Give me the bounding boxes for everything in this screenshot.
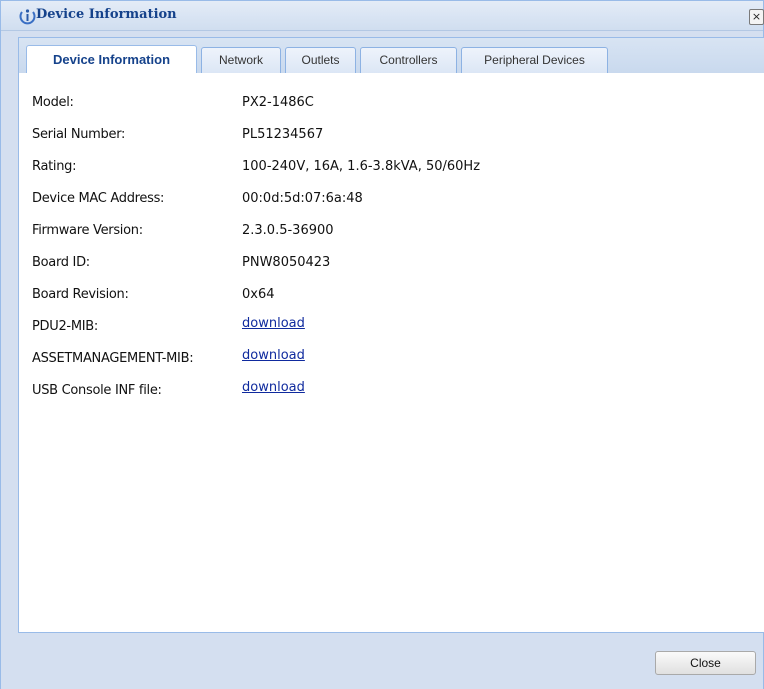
dialog-titlebar[interactable]: Device Information × — [1, 1, 764, 31]
info-value: PL51234567 — [242, 127, 324, 142]
tab-controllers[interactable]: Controllers — [360, 47, 457, 74]
info-label: Firmware Version: — [32, 223, 143, 238]
tab-bar: Device Information Network Outlets Contr… — [18, 37, 764, 75]
info-value: 2.3.0.5-36900 — [242, 223, 334, 238]
device-information-panel: Model: PX2-1486C Serial Number: PL512345… — [18, 77, 764, 633]
info-value: PX2-1486C — [242, 95, 314, 110]
info-label: USB Console INF file: — [32, 383, 162, 398]
info-label: Board ID: — [32, 255, 90, 270]
info-value: 100-240V, 16A, 1.6-3.8kVA, 50/60Hz — [242, 159, 481, 174]
tab-outlets[interactable]: Outlets — [285, 47, 356, 74]
info-icon — [19, 9, 36, 25]
tab-device-information[interactable]: Device Information — [26, 45, 197, 75]
tab-peripheral-devices[interactable]: Peripheral Devices — [461, 47, 608, 74]
dialog-footer: Close — [1, 641, 763, 689]
info-label: ASSETMANAGEMENT-MIB: — [32, 351, 194, 366]
info-value: 00:0d:5d:07:6a:48 — [242, 191, 363, 206]
pdu2-mib-download-link[interactable]: download — [242, 316, 305, 331]
info-value: PNW8050423 — [242, 255, 331, 270]
info-value: 0x64 — [242, 287, 275, 302]
usb-console-inf-download-link[interactable]: download — [242, 380, 305, 395]
close-button[interactable]: Close — [655, 651, 756, 675]
info-label: Model: — [32, 95, 74, 110]
assetmanagement-mib-download-link[interactable]: download — [242, 348, 305, 363]
device-information-dialog: Device Information × Device Information … — [0, 0, 764, 689]
info-label: Device MAC Address: — [32, 191, 165, 206]
info-label: Rating: — [32, 159, 77, 174]
info-label: Serial Number: — [32, 127, 126, 142]
info-label: PDU2-MIB: — [32, 319, 98, 334]
close-icon[interactable]: × — [749, 9, 764, 25]
dialog-title: Device Information — [36, 7, 177, 22]
info-label: Board Revision: — [32, 287, 129, 302]
tab-network[interactable]: Network — [201, 47, 281, 74]
